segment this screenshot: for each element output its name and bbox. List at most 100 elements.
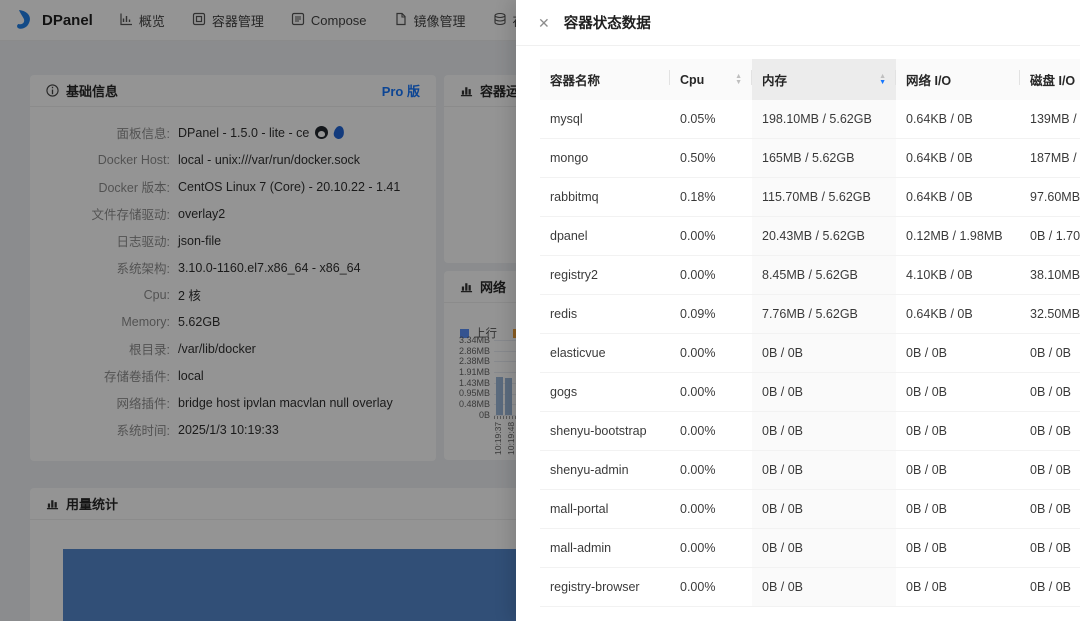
cell-name: dpanel xyxy=(540,217,670,256)
cell-disk_io: 0B / 0B xyxy=(1020,490,1080,529)
cell-memory: 20.43MB / 5.62GB xyxy=(752,217,896,256)
cell-network_io: 0B / 0B xyxy=(896,529,1020,568)
cell-name: mongo xyxy=(540,139,670,178)
cell-memory: 198.10MB / 5.62GB xyxy=(752,100,896,139)
drawer-title: 容器状态数据 xyxy=(564,12,651,33)
dpanel-app: DPanel 概览容器管理Compose镜像管理存储&网络系统 基础信息 Pro… xyxy=(0,0,1080,621)
cell-cpu: 0.00% xyxy=(670,217,752,256)
table-header-row: 容器名称 Cpu ▲▼ 内存 ▲▼ 网络 I/O 磁盘 I/O xyxy=(540,59,1080,100)
column-header-cpu[interactable]: Cpu ▲▼ xyxy=(670,59,752,100)
table-row: rabbitmq0.18%115.70MB / 5.62GB0.64KB / 0… xyxy=(540,178,1080,217)
cell-memory: 0B / 0B xyxy=(752,334,896,373)
cell-network_io: 0.64KB / 0B xyxy=(896,139,1020,178)
drawer-body: 容器名称 Cpu ▲▼ 内存 ▲▼ 网络 I/O 磁盘 I/O mysql0.05%198.… xyxy=(516,46,1080,607)
table-row: mysql0.05%198.10MB / 5.62GB0.64KB / 0B13… xyxy=(540,100,1080,139)
cell-cpu: 0.00% xyxy=(670,568,752,607)
cell-memory: 115.70MB / 5.62GB xyxy=(752,178,896,217)
cell-cpu: 0.00% xyxy=(670,490,752,529)
column-header-disk_io: 磁盘 I/O xyxy=(1020,59,1080,100)
cell-name: rabbitmq xyxy=(540,178,670,217)
cell-name: registry-browser xyxy=(540,568,670,607)
cell-network_io: 0.64KB / 0B xyxy=(896,100,1020,139)
cell-disk_io: 32.50MB / 0B xyxy=(1020,295,1080,334)
cell-name: shenyu-admin xyxy=(540,451,670,490)
table-row: dpanel0.00%20.43MB / 5.62GB0.12MB / 1.98… xyxy=(540,217,1080,256)
cell-network_io: 0B / 0B xyxy=(896,373,1020,412)
cell-memory: 0B / 0B xyxy=(752,373,896,412)
cell-cpu: 0.00% xyxy=(670,451,752,490)
cell-name: mall-admin xyxy=(540,529,670,568)
cell-memory: 0B / 0B xyxy=(752,568,896,607)
table-row: elasticvue0.00%0B / 0B0B / 0B0B / 0B xyxy=(540,334,1080,373)
cell-network_io: 0.64KB / 0B xyxy=(896,178,1020,217)
cell-network_io: 0B / 0B xyxy=(896,334,1020,373)
cell-network_io: 0.64KB / 0B xyxy=(896,295,1020,334)
cell-name: redis xyxy=(540,295,670,334)
column-header-label: 网络 I/O xyxy=(906,70,951,89)
cell-name: shenyu-bootstrap xyxy=(540,412,670,451)
cell-network_io: 0.12MB / 1.98MB xyxy=(896,217,1020,256)
drawer-header: ✕ 容器状态数据 xyxy=(516,0,1080,46)
close-icon[interactable]: ✕ xyxy=(538,16,550,30)
cell-memory: 8.45MB / 5.62GB xyxy=(752,256,896,295)
cell-disk_io: 0B / 0B xyxy=(1020,334,1080,373)
cell-cpu: 0.00% xyxy=(670,334,752,373)
cell-memory: 0B / 0B xyxy=(752,451,896,490)
cell-name: gogs xyxy=(540,373,670,412)
cell-cpu: 0.00% xyxy=(670,529,752,568)
column-header-label: Cpu xyxy=(680,73,704,87)
cell-network_io: 0B / 0B xyxy=(896,568,1020,607)
cell-disk_io: 0B / 0B xyxy=(1020,373,1080,412)
cell-name: mall-portal xyxy=(540,490,670,529)
table-row: mongo0.50%165MB / 5.62GB0.64KB / 0B187MB… xyxy=(540,139,1080,178)
column-header-label: 磁盘 I/O xyxy=(1030,70,1075,89)
cell-disk_io: 0B / 0B xyxy=(1020,451,1080,490)
cell-memory: 165MB / 5.62GB xyxy=(752,139,896,178)
cell-name: mysql xyxy=(540,100,670,139)
cell-cpu: 0.18% xyxy=(670,178,752,217)
cell-disk_io: 38.10MB / 0B xyxy=(1020,256,1080,295)
cell-cpu: 0.05% xyxy=(670,100,752,139)
column-header-memory[interactable]: 内存 ▲▼ xyxy=(752,59,896,100)
column-header-label: 容器名称 xyxy=(550,70,600,89)
cell-disk_io: 0B / 0B xyxy=(1020,412,1080,451)
cell-memory: 0B / 0B xyxy=(752,412,896,451)
column-header-name: 容器名称 xyxy=(540,59,670,100)
cell-disk_io: 0B / 1.70MB xyxy=(1020,217,1080,256)
cell-network_io: 0B / 0B xyxy=(896,412,1020,451)
cell-cpu: 0.00% xyxy=(670,373,752,412)
cell-disk_io: 0B / 0B xyxy=(1020,568,1080,607)
cell-name: registry2 xyxy=(540,256,670,295)
cell-disk_io: 97.60MB / 0.47MB xyxy=(1020,178,1080,217)
cell-network_io: 0B / 0B xyxy=(896,451,1020,490)
cell-network_io: 0B / 0B xyxy=(896,490,1020,529)
table-row: registry-browser0.00%0B / 0B0B / 0B0B / … xyxy=(540,568,1080,607)
table-row: gogs0.00%0B / 0B0B / 0B0B / 0B xyxy=(540,373,1080,412)
cell-cpu: 0.00% xyxy=(670,256,752,295)
cell-disk_io: 139MB / 25.40MB xyxy=(1020,100,1080,139)
sort-down-icon: ▼ xyxy=(879,80,886,86)
cell-memory: 0B / 0B xyxy=(752,529,896,568)
column-header-network_io: 网络 I/O xyxy=(896,59,1020,100)
cell-network_io: 4.10KB / 0B xyxy=(896,256,1020,295)
cell-memory: 0B / 0B xyxy=(752,490,896,529)
cell-name: elasticvue xyxy=(540,334,670,373)
cell-memory: 7.76MB / 5.62GB xyxy=(752,295,896,334)
table-row: mall-admin0.00%0B / 0B0B / 0B0B / 0B xyxy=(540,529,1080,568)
table-row: registry20.00%8.45MB / 5.62GB4.10KB / 0B… xyxy=(540,256,1080,295)
container-stats-drawer: ✕ 容器状态数据 容器名称 Cpu ▲▼ 内存 ▲▼ 网络 I/O 磁盘 I/O mysql… xyxy=(516,0,1080,621)
sort-down-icon: ▼ xyxy=(735,80,742,86)
cell-disk_io: 187MB / 0.81MB xyxy=(1020,139,1080,178)
table-row: shenyu-bootstrap0.00%0B / 0B0B / 0B0B / … xyxy=(540,412,1080,451)
table-row: redis0.09%7.76MB / 5.62GB0.64KB / 0B32.5… xyxy=(540,295,1080,334)
cell-cpu: 0.09% xyxy=(670,295,752,334)
cell-disk_io: 0B / 0B xyxy=(1020,529,1080,568)
cell-cpu: 0.00% xyxy=(670,412,752,451)
container-stats-table: 容器名称 Cpu ▲▼ 内存 ▲▼ 网络 I/O 磁盘 I/O mysql0.05%198.… xyxy=(540,59,1080,607)
cell-cpu: 0.50% xyxy=(670,139,752,178)
sort-icons: ▲▼ xyxy=(735,74,742,86)
table-row: shenyu-admin0.00%0B / 0B0B / 0B0B / 0B xyxy=(540,451,1080,490)
column-header-label: 内存 xyxy=(762,70,787,89)
sort-icons: ▲▼ xyxy=(879,74,886,86)
table-row: mall-portal0.00%0B / 0B0B / 0B0B / 0B xyxy=(540,490,1080,529)
